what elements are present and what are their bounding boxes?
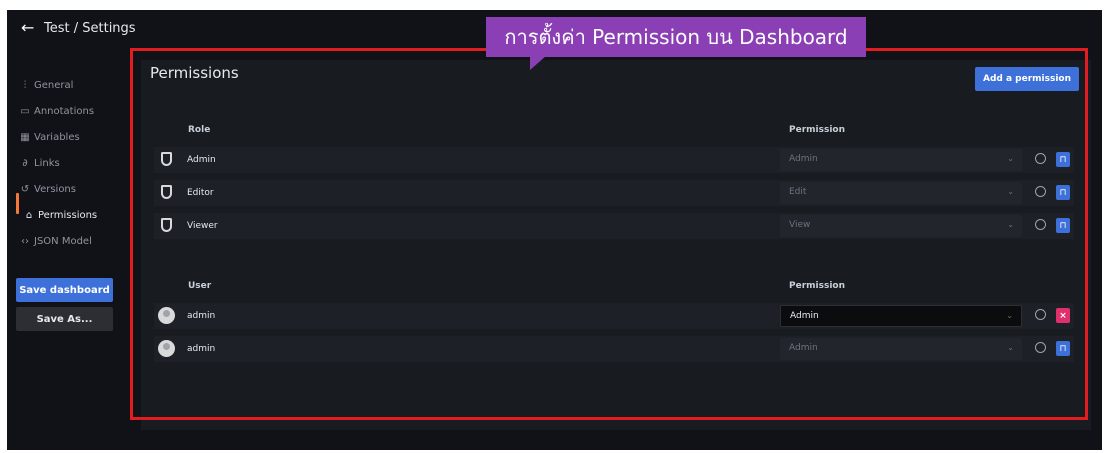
add-permission-button[interactable]: Add a permission — [975, 67, 1079, 91]
role-row: Viewer View ⌄ ⊓ — [154, 213, 1074, 239]
role-row: Editor Edit ⌄ ⊓ — [154, 180, 1074, 206]
lock-icon: ⊓ — [1056, 341, 1070, 356]
permission-select[interactable]: Admin ⌄ — [780, 338, 1022, 360]
permission-column-header: Permission — [789, 125, 845, 135]
sliders-icon: ⫶ — [23, 80, 27, 91]
sidebar-item-label: Permissions — [38, 210, 98, 221]
info-icon[interactable] — [1035, 186, 1046, 197]
sidebar-item-label: Variables — [34, 132, 80, 143]
history-icon: ↺ — [20, 184, 30, 195]
save-as-button[interactable]: Save As... — [16, 307, 113, 331]
permission-select[interactable]: View ⌄ — [780, 215, 1022, 237]
user-column-header: User — [188, 281, 212, 291]
info-icon[interactable] — [1035, 153, 1046, 164]
active-indicator — [16, 193, 19, 214]
sidebar-item-annotations[interactable]: ▭ Annotations — [19, 106, 94, 117]
permission-value: Admin — [789, 343, 818, 353]
info-icon[interactable] — [1035, 219, 1046, 230]
sidebar-item-label: General — [34, 80, 74, 91]
sidebar-item-variables[interactable]: ▦ Variables — [19, 132, 80, 143]
lock-icon: ⊓ — [1056, 185, 1070, 200]
shield-icon — [161, 218, 172, 232]
role-name: Viewer — [187, 221, 218, 231]
comment-icon: ▭ — [20, 106, 30, 117]
permission-column-header: Permission — [789, 281, 845, 291]
sidebar-item-label: JSON Model — [34, 236, 92, 247]
callout-pointer — [530, 56, 546, 70]
calculator-icon: ▦ — [20, 132, 30, 143]
permission-value: Edit — [789, 187, 807, 197]
permission-value: View — [789, 220, 811, 230]
code-icon: ‹› — [21, 236, 29, 247]
sidebar-item-general[interactable]: ⫶ General — [19, 80, 74, 91]
breadcrumb: Test / Settings — [44, 21, 136, 36]
chevron-down-icon: ⌄ — [1007, 154, 1014, 163]
lock-icon: ⌂ — [25, 210, 33, 221]
chevron-down-icon: ⌄ — [1007, 220, 1014, 229]
role-name: Admin — [187, 155, 216, 165]
chevron-down-icon: ⌄ — [1007, 187, 1014, 196]
user-row: admin Admin ⌄ × — [154, 303, 1074, 329]
chevron-down-icon: ⌄ — [1007, 343, 1014, 352]
lock-icon: ⊓ — [1056, 152, 1070, 167]
link-icon: ∂ — [22, 158, 28, 169]
info-icon[interactable] — [1035, 309, 1046, 320]
sidebar-item-label: Annotations — [34, 106, 95, 117]
sidebar-item-links[interactable]: ∂ Links — [19, 158, 60, 169]
avatar — [158, 340, 175, 357]
save-dashboard-button[interactable]: Save dashboard — [16, 278, 113, 302]
permission-select[interactable]: Admin ⌄ — [780, 305, 1022, 327]
role-name: Editor — [187, 188, 214, 198]
info-icon[interactable] — [1035, 342, 1046, 353]
permission-value: Admin — [790, 311, 819, 321]
lock-icon: ⊓ — [1056, 218, 1070, 233]
arrow-left-icon[interactable]: ← — [21, 20, 34, 36]
shield-icon — [161, 152, 172, 166]
permissions-panel — [141, 60, 1091, 430]
sidebar-item-permissions[interactable]: ⌂ Permissions — [23, 210, 97, 221]
permission-select[interactable]: Edit ⌄ — [780, 182, 1022, 204]
remove-permission-button[interactable]: × — [1056, 308, 1070, 323]
settings-sidebar: ⫶ General ▭ Annotations ▦ Variables ∂ Li… — [7, 50, 135, 450]
sidebar-item-json-model[interactable]: ‹› JSON Model — [19, 236, 92, 247]
role-column-header: Role — [188, 125, 211, 135]
permission-value: Admin — [789, 154, 818, 164]
sidebar-item-label: Links — [34, 158, 60, 169]
permission-select[interactable]: Admin ⌄ — [780, 149, 1022, 171]
sidebar-item-versions[interactable]: ↺ Versions — [19, 184, 76, 195]
role-row: Admin Admin ⌄ ⊓ — [154, 147, 1074, 173]
avatar — [158, 307, 175, 324]
user-name: admin — [187, 344, 216, 354]
page-title: Permissions — [150, 64, 239, 82]
annotation-callout: การตั้งค่า Permission บน Dashboard — [486, 17, 866, 57]
shield-icon — [161, 185, 172, 199]
user-row: admin Admin ⌄ ⊓ — [154, 336, 1074, 362]
chevron-down-icon: ⌄ — [1006, 311, 1013, 320]
sidebar-item-label: Versions — [34, 184, 76, 195]
user-name: admin — [187, 311, 216, 321]
